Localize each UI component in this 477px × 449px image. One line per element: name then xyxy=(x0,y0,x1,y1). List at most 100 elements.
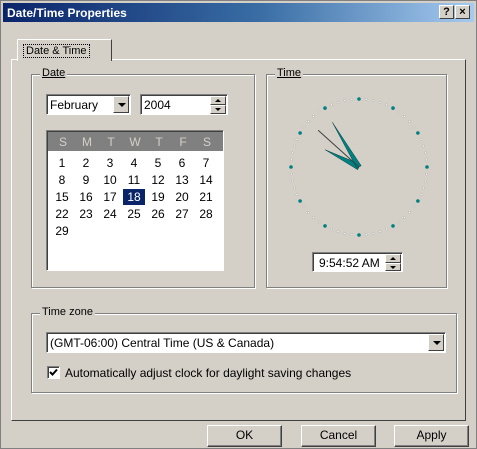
calendar-day[interactable]: 15 xyxy=(51,189,73,205)
calendar-day[interactable]: 13 xyxy=(171,172,193,188)
close-button[interactable]: × xyxy=(455,5,470,19)
calendar-day[interactable]: 12 xyxy=(147,172,169,188)
clock-minute-mark xyxy=(412,205,416,209)
clock-minute-mark xyxy=(312,216,315,219)
clock-minute-mark xyxy=(293,144,296,148)
calendar-day[interactable]: 14 xyxy=(195,172,217,188)
calendar-day-selected[interactable]: 18 xyxy=(123,189,145,205)
time-down-arrow-icon[interactable] xyxy=(385,263,401,271)
checkmark-icon xyxy=(49,368,58,376)
clock-minute-mark xyxy=(364,98,368,101)
clock-minute-mark xyxy=(371,99,375,102)
dst-checkbox[interactable] xyxy=(47,366,60,379)
calendar-day[interactable]: 19 xyxy=(147,189,169,205)
timezone-dropdown[interactable]: (GMT-06:00) Central Time (US & Canada) xyxy=(46,332,446,353)
time-value[interactable]: 9:54:52 AM xyxy=(319,256,380,270)
calendar-day[interactable]: 16 xyxy=(75,189,97,205)
month-dropdown-arrow-icon[interactable] xyxy=(113,96,129,113)
clock-minute-mark xyxy=(307,120,310,123)
calendar-day[interactable]: 3 xyxy=(99,155,121,171)
clock-minute-mark xyxy=(425,158,428,162)
calendar[interactable]: SMTWTFS 1 2 3 4 5 6 7 8 9 10 11 12 13 14 15 16 17 18 19 20 2… xyxy=(46,130,224,271)
calendar-day[interactable]: 1 xyxy=(51,155,73,171)
calendar-day[interactable]: 26 xyxy=(147,206,169,222)
dst-checkbox-label[interactable]: Automatically adjust clock for daylight … xyxy=(65,366,351,380)
clock-minute-mark xyxy=(364,233,368,236)
date-time-properties-window: Date/Time Properties ? × Date & Time Dat… xyxy=(0,0,477,449)
calendar-day[interactable]: 11 xyxy=(123,172,145,188)
year-down-arrow-icon[interactable] xyxy=(210,105,226,114)
calendar-day[interactable]: 2 xyxy=(75,155,97,171)
clock-hour-mark xyxy=(323,224,327,228)
calendar-day[interactable]: 4 xyxy=(123,155,145,171)
clock-minute-mark xyxy=(290,172,293,176)
clock-minute-mark xyxy=(385,103,388,107)
calendar-day[interactable]: 10 xyxy=(99,172,121,188)
calendar-day[interactable]: 6 xyxy=(171,155,193,171)
title-bar[interactable]: Date/Time Properties ? × xyxy=(3,3,474,22)
calendar-day[interactable]: 27 xyxy=(171,206,193,222)
year-up-arrow-icon[interactable] xyxy=(210,96,226,105)
calendar-day[interactable]: 5 xyxy=(147,155,169,171)
clock-minute-mark xyxy=(290,158,293,162)
calendar-day[interactable]: 9 xyxy=(75,172,97,188)
timezone-dropdown-arrow-icon[interactable] xyxy=(428,334,444,351)
tab-date-time-label: Date & Time xyxy=(23,44,90,58)
clock-hour-mark xyxy=(357,97,361,101)
calendar-day[interactable]: 7 xyxy=(195,155,217,171)
clock-minute-mark xyxy=(291,151,294,155)
clock-hour-mark xyxy=(289,165,293,169)
year-value: 2004 xyxy=(144,98,171,112)
time-spinner[interactable]: 9:54:52 AM xyxy=(312,252,403,272)
time-up-arrow-icon[interactable] xyxy=(385,254,401,263)
time-legend: Time xyxy=(275,67,304,79)
tab-date-time[interactable]: Date & Time xyxy=(17,39,112,61)
weekday-header: M xyxy=(82,135,92,149)
month-dropdown[interactable]: February xyxy=(46,94,131,115)
help-button[interactable]: ? xyxy=(439,5,454,19)
clock-minute-mark xyxy=(378,230,382,233)
clock-minute-mark xyxy=(317,220,321,224)
year-spinner[interactable]: 2004 xyxy=(140,94,228,115)
calendar-day[interactable]: 8 xyxy=(51,172,73,188)
clock-hour-mark xyxy=(357,233,361,237)
clock-hour-mark xyxy=(391,224,395,228)
clock-minute-mark xyxy=(330,103,333,107)
weekday-header: F xyxy=(179,135,187,149)
clock-minute-mark xyxy=(317,110,321,114)
clock-minute-mark xyxy=(302,125,306,129)
calendar-day[interactable]: 25 xyxy=(123,206,145,222)
clock-minute-mark xyxy=(336,101,340,104)
clock-minute-mark xyxy=(343,232,347,235)
clock-minute-mark xyxy=(419,193,423,196)
clock-minute-mark xyxy=(424,151,427,155)
calendar-day[interactable]: 20 xyxy=(171,189,193,205)
clock-hour-mark xyxy=(425,165,429,169)
apply-button[interactable]: Apply xyxy=(394,425,469,447)
calendar-day[interactable]: 17 xyxy=(99,189,121,205)
clock-minute-mark xyxy=(336,230,340,233)
clock-hour-mark xyxy=(323,106,327,110)
clock-hour-mark xyxy=(416,131,420,135)
clock-minute-mark xyxy=(371,232,375,235)
clock-minute-mark xyxy=(408,211,411,214)
clock-minute-mark xyxy=(424,179,427,183)
clock-minute-mark xyxy=(422,186,425,190)
calendar-day[interactable]: 28 xyxy=(195,206,217,222)
calendar-day[interactable]: 29 xyxy=(51,223,73,239)
ok-button[interactable]: OK xyxy=(207,425,282,447)
clock-hour-mark xyxy=(416,199,420,203)
calendar-day[interactable]: 24 xyxy=(99,206,121,222)
clock-minute-mark xyxy=(295,138,299,141)
clock-minute-mark xyxy=(397,110,401,114)
clock-minute-mark xyxy=(307,211,310,214)
timezone-group: Time zone xyxy=(31,306,457,393)
clock-minute-mark xyxy=(291,179,294,183)
timezone-value: (GMT-06:00) Central Time (US & Canada) xyxy=(50,336,275,350)
cancel-button[interactable]: Cancel xyxy=(301,425,376,447)
calendar-day[interactable]: 23 xyxy=(75,206,97,222)
date-legend: Date xyxy=(40,67,68,79)
calendar-day[interactable]: 22 xyxy=(51,206,73,222)
calendar-day[interactable]: 21 xyxy=(195,189,217,205)
analog-clock xyxy=(289,97,429,237)
